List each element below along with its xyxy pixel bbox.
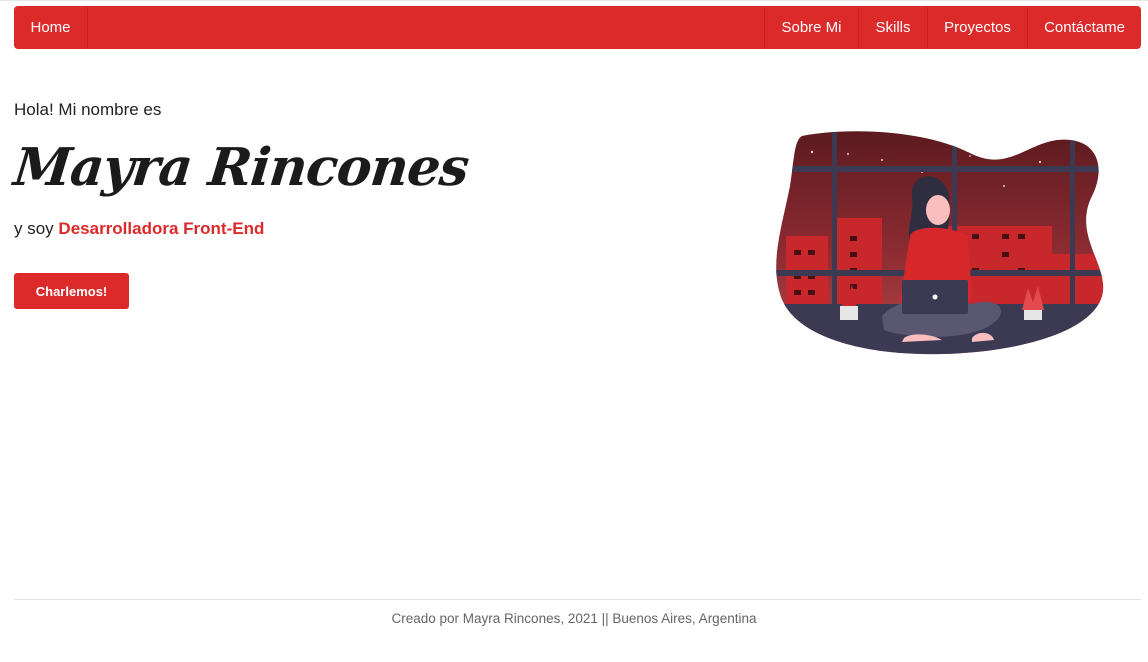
charlemos-button[interactable]: Charlemos! [14, 273, 129, 309]
nav-proyectos[interactable]: Proyectos [927, 6, 1027, 49]
role-highlight: Desarrolladora Front-End [58, 219, 265, 238]
role-line: y soy Desarrolladora Front-End [14, 219, 264, 239]
greeting-text: Hola! Mi nombre es [14, 100, 162, 119]
nav-skills[interactable]: Skills [858, 6, 927, 49]
top-border [0, 0, 1148, 1]
woman-with-laptop-illustration [776, 131, 1104, 355]
footer-divider [14, 599, 1141, 600]
nav-sobre-mi[interactable]: Sobre Mi [764, 6, 858, 49]
hero-name: Mayra Rincones [10, 137, 472, 198]
nav-contactame[interactable]: Contáctame [1027, 6, 1141, 49]
navbar: Home Sobre Mi Skills Proyectos Contáctam… [14, 6, 1141, 49]
role-prefix: y soy [14, 219, 54, 238]
nav-home[interactable]: Home [14, 6, 88, 49]
footer-text: Creado por Mayra Rincones, 2021 || Bueno… [391, 611, 757, 626]
